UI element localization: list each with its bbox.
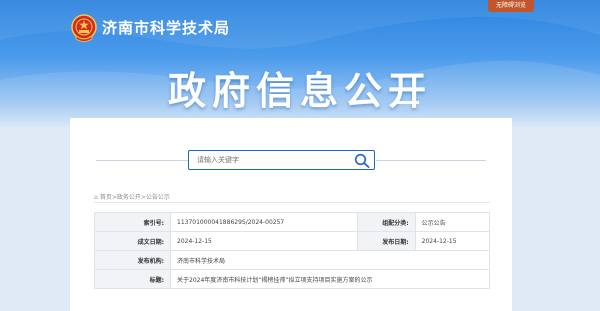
published-date-value: 2024-12-15 bbox=[414, 231, 491, 251]
search-divider-right bbox=[376, 160, 486, 161]
published-date-label: 发布日期: bbox=[356, 231, 416, 251]
publisher-value: 济南市科学技术局 bbox=[170, 250, 490, 270]
location-icon: ⌂ bbox=[94, 194, 98, 201]
index-number-value: 11370100004188629S/2024-00257 bbox=[170, 212, 358, 232]
table-row: 索引号: 11370100004188629S/2024-00257 组配分类:… bbox=[94, 212, 491, 232]
header-banner: 无障碍浏览 济南市科学技术局 政府信息公开 bbox=[0, 0, 600, 130]
breadcrumb-divider bbox=[94, 202, 490, 203]
national-emblem-icon bbox=[71, 14, 97, 42]
content-card: ⌂首页>政务公开>公告公示 索引号: 11370100004188629S/20… bbox=[70, 118, 512, 311]
breadcrumb-item-home[interactable]: 首页 bbox=[100, 194, 112, 201]
breadcrumb-item-announcements[interactable]: 公告公示 bbox=[146, 194, 170, 201]
title-label: 标题: bbox=[94, 269, 171, 289]
title-value: 关于2024年度济南市科技计划“揭榜挂帅”拟立项支持项目实施方案的公示 bbox=[170, 269, 490, 289]
hero-underline-decoration bbox=[397, 101, 419, 104]
index-number-label: 索引号: bbox=[94, 212, 171, 232]
table-row: 成文日期: 2024-12-15 发布日期: 2024-12-15 bbox=[94, 231, 491, 251]
created-date-value: 2024-12-15 bbox=[170, 231, 358, 251]
accessibility-link[interactable]: 无障碍浏览 bbox=[487, 0, 534, 12]
document-metadata-table: 索引号: 11370100004188629S/2024-00257 组配分类:… bbox=[94, 212, 491, 289]
page-hero-title: 政府信息公开 bbox=[167, 69, 432, 113]
publisher-label: 发布机构: bbox=[94, 250, 171, 270]
category-value: 公示公告 bbox=[414, 212, 491, 232]
search-input[interactable] bbox=[197, 156, 337, 164]
search-divider-left bbox=[96, 160, 188, 161]
table-row: 发布机构: 济南市科学技术局 bbox=[94, 250, 490, 270]
search-icon[interactable] bbox=[354, 153, 370, 168]
breadcrumb-item-public-affairs[interactable]: 政务公开 bbox=[117, 194, 141, 201]
search-row bbox=[70, 150, 512, 170]
created-date-label: 成文日期: bbox=[94, 231, 171, 251]
table-row: 标题: 关于2024年度济南市科技计划“揭榜挂帅”拟立项支持项目实施方案的公示 bbox=[94, 269, 490, 289]
category-label: 组配分类: bbox=[356, 212, 416, 232]
breadcrumb: ⌂ 首页>政务公开>公告公示 bbox=[94, 192, 170, 201]
search-box bbox=[188, 150, 375, 170]
site-name[interactable]: 济南市科学技术局 bbox=[102, 17, 230, 38]
